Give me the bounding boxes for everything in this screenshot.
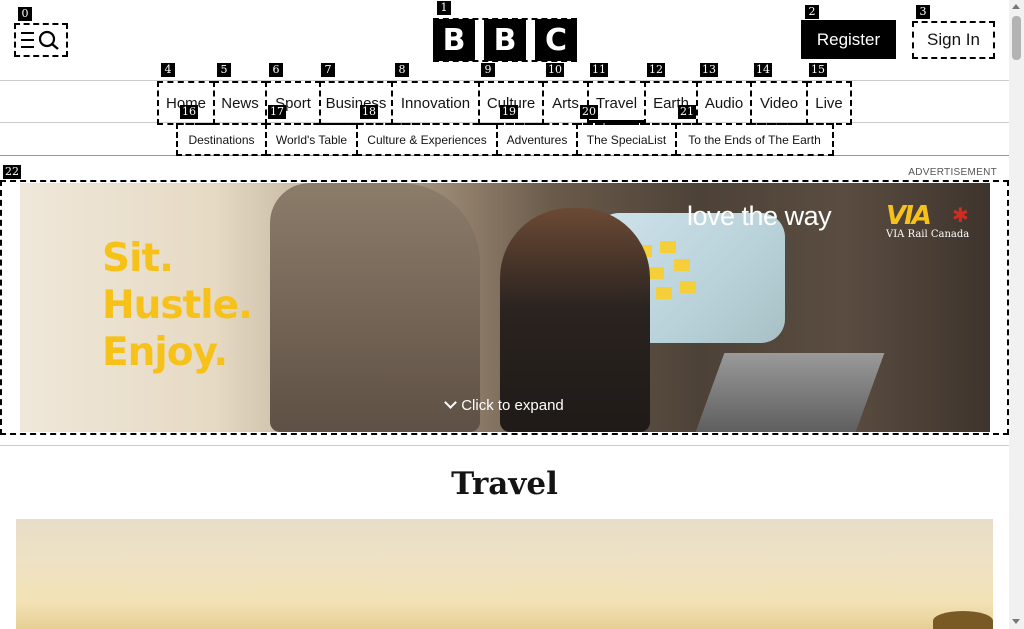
nav-item-video[interactable]: Video [750,81,808,125]
element-badge: 22 [3,165,21,179]
element-badge: 21 [678,105,696,119]
subnav-item-worlds-table[interactable]: World's Table [265,123,358,156]
menu-search-button[interactable] [14,23,68,57]
element-badge: 0 [18,7,32,21]
hero-trees [933,611,993,629]
element-badge: 10 [546,63,564,77]
page-title: Travel [0,445,1009,502]
scroll-up-icon[interactable] [1012,4,1020,9]
logo-letter: B [484,19,526,61]
scrollbar-thumb[interactable] [1012,16,1021,60]
element-badge: 11 [590,63,608,77]
scroll-down-icon[interactable] [1012,619,1020,624]
element-badge: 16 [180,105,198,119]
travel-sub-nav: Destinations World's Table Culture & Exp… [0,123,1009,156]
ad-laptop [695,353,885,432]
element-badge: 8 [395,63,409,77]
ad-expand-button[interactable]: Click to expand [20,396,990,414]
subnav-item-destinations[interactable]: Destinations [176,123,267,156]
maple-leaf-icon: ✱ [952,205,969,227]
element-badge: 1 [437,1,451,15]
via-rail-logo: VIA ✱ VIA Rail Canada [886,201,969,240]
ad-train-seat [270,183,480,432]
ad-tagline-line: Sit. [102,236,174,281]
ad-tagline: Sit. Hustle. Enjoy. [102,235,253,376]
hero-image[interactable] [16,519,993,629]
nav-item-audio[interactable]: Audio [696,81,752,125]
nav-item-news[interactable]: News [213,81,267,125]
element-badge: 17 [268,105,286,119]
ad-sticky-note [660,241,676,253]
ad-sticky-note [656,287,672,299]
advertisement-label: ADVERTISEMENT [908,167,997,178]
nav-item-business[interactable]: Business [319,81,393,125]
element-badge: 6 [269,63,283,77]
element-badge: 9 [481,63,495,77]
chevron-down-icon [444,396,458,409]
logo-letter: B [433,19,475,61]
advertisement-banner[interactable]: Sit. Hustle. Enjoy. love the way VIA ✱ V… [20,183,990,432]
nav-item-live[interactable]: Live [806,81,852,125]
element-badge: 2 [805,5,819,19]
via-brand-name: VIA Rail Canada [886,229,970,240]
ad-tagline-line: Hustle. [102,283,253,328]
element-badge: 4 [161,63,175,77]
register-button[interactable]: Register [801,20,896,59]
ad-expand-label: Click to expand [461,397,564,414]
subnav-item-the-specialist[interactable]: The SpeciaList [576,123,677,156]
element-badge: 13 [700,63,718,77]
element-badge: 18 [360,105,378,119]
logo-letter: C [535,19,577,61]
element-badge: 12 [647,63,665,77]
element-badge: 5 [217,63,231,77]
subnav-item-culture-experiences[interactable]: Culture & Experiences [356,123,498,156]
nav-item-innovation[interactable]: Innovation [391,81,480,125]
ad-sticky-note [680,281,696,293]
element-badge: 3 [916,5,930,19]
bbc-logo[interactable]: B B C [433,18,577,62]
ad-slogan: love the way [687,201,832,231]
ad-sticky-note [648,267,664,279]
subnav-item-adventures[interactable]: Adventures [496,123,578,156]
element-badge: 20 [580,105,598,119]
ad-sticky-note [674,259,690,271]
site-header: B B C Register Sign In [0,0,1009,81]
ad-tagline-line: Enjoy. [102,330,228,375]
menu-search-icon [21,30,59,50]
element-badge: 19 [500,105,518,119]
page-scrollbar[interactable] [1009,0,1024,629]
subnav-item-ends-of-the-earth[interactable]: To the Ends of The Earth [675,123,834,156]
sign-in-button[interactable]: Sign In [912,21,995,59]
element-badge: 14 [754,63,772,77]
element-badge: 15 [809,63,827,77]
element-badge: 7 [321,63,335,77]
